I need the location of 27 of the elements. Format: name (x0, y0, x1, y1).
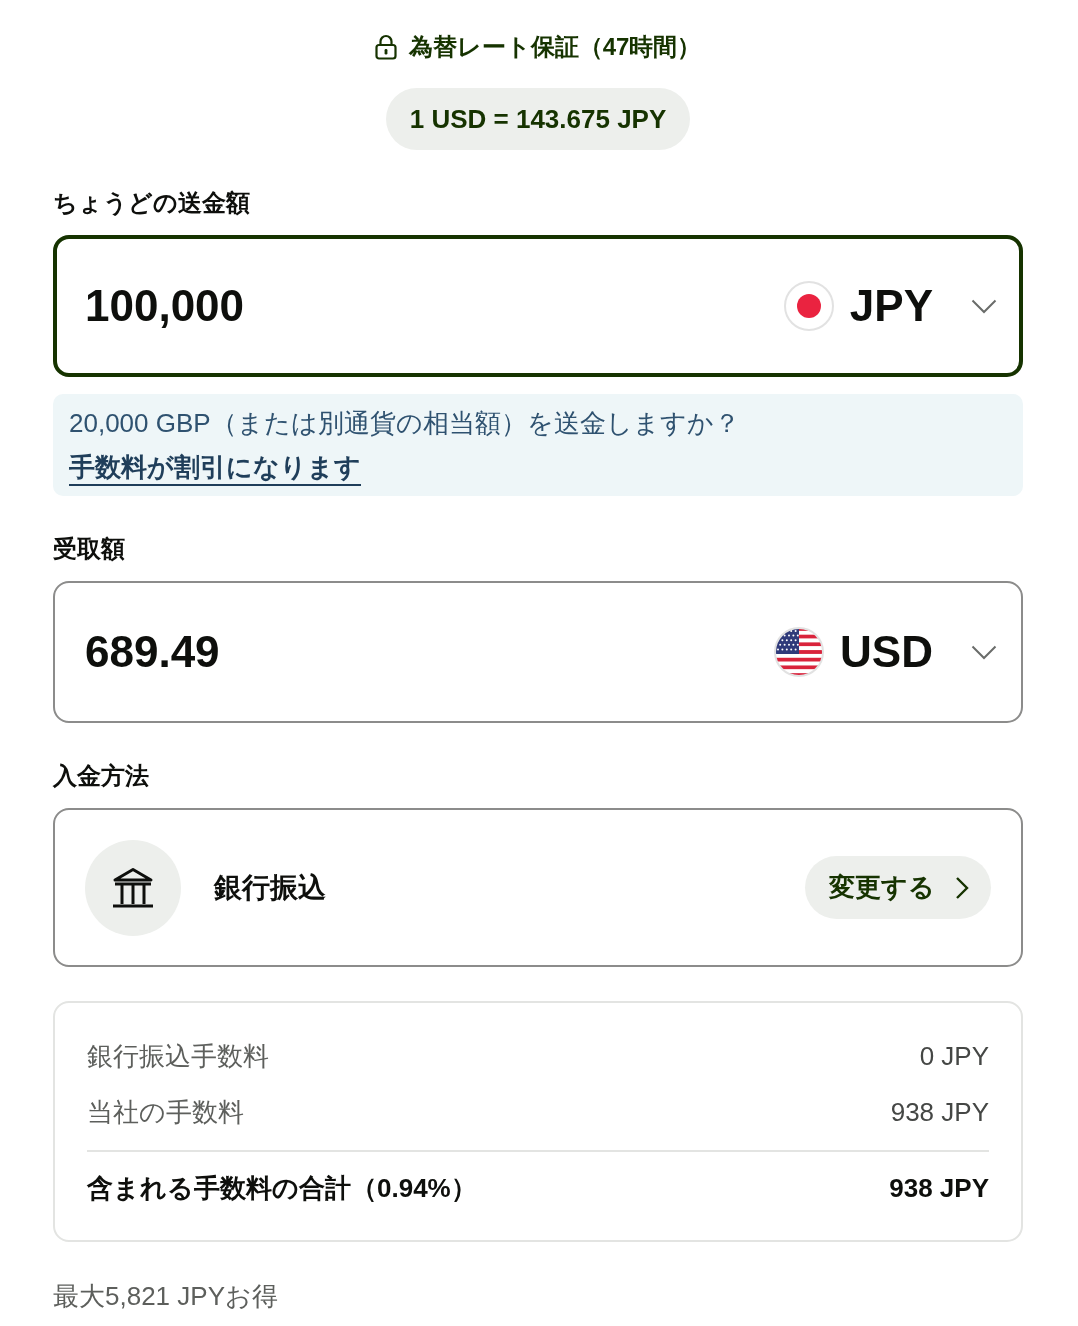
fee-amount: 0 JPY (919, 1040, 989, 1073)
currency-select[interactable]: JPY (783, 281, 997, 331)
rate-guarantee-text: 為替レート保証（47時間） (408, 32, 702, 62)
discount-link[interactable]: 手数料が割引になります (69, 452, 361, 482)
us-flag-icon (774, 627, 825, 677)
fee-label: 銀行振込手数料 (87, 1040, 269, 1073)
fee-total-amount: 938 JPY (889, 1172, 989, 1205)
fee-label: 当社の手数料 (87, 1096, 244, 1129)
section-label: ちょうどの送金額 (53, 188, 250, 218)
change-button[interactable]: 変更する (805, 856, 991, 919)
savings-text: 最大5,821 JPYお得 (53, 1280, 278, 1312)
chevron-right-icon (955, 875, 969, 900)
currency-select[interactable]: USD (774, 627, 997, 677)
chevron-down-icon (971, 644, 997, 660)
amount-input[interactable]: 689.49 USD (53, 581, 1023, 723)
chevron-down-icon (971, 298, 997, 314)
notice-text: 20,000 GBP（または別通貨の相当額）を送金しますか？ 手数料が割引になります (69, 407, 741, 484)
section-label: 受取額 (53, 534, 125, 564)
fee-amount: 938 JPY (890, 1096, 989, 1129)
fee-total-label: 含まれる手数料の合計（0.94%） (87, 1172, 477, 1205)
section-label: 入金方法 (53, 761, 149, 791)
amount-input[interactable]: 100,000 JPY (53, 235, 1023, 377)
exchange-rate-pill: 1 USD = 143.675 JPY (385, 88, 691, 150)
bank-icon (85, 839, 181, 936)
payment-method-name: 銀行振込 (214, 870, 327, 905)
japan-flag-icon (783, 281, 834, 331)
lock-icon (374, 34, 397, 60)
